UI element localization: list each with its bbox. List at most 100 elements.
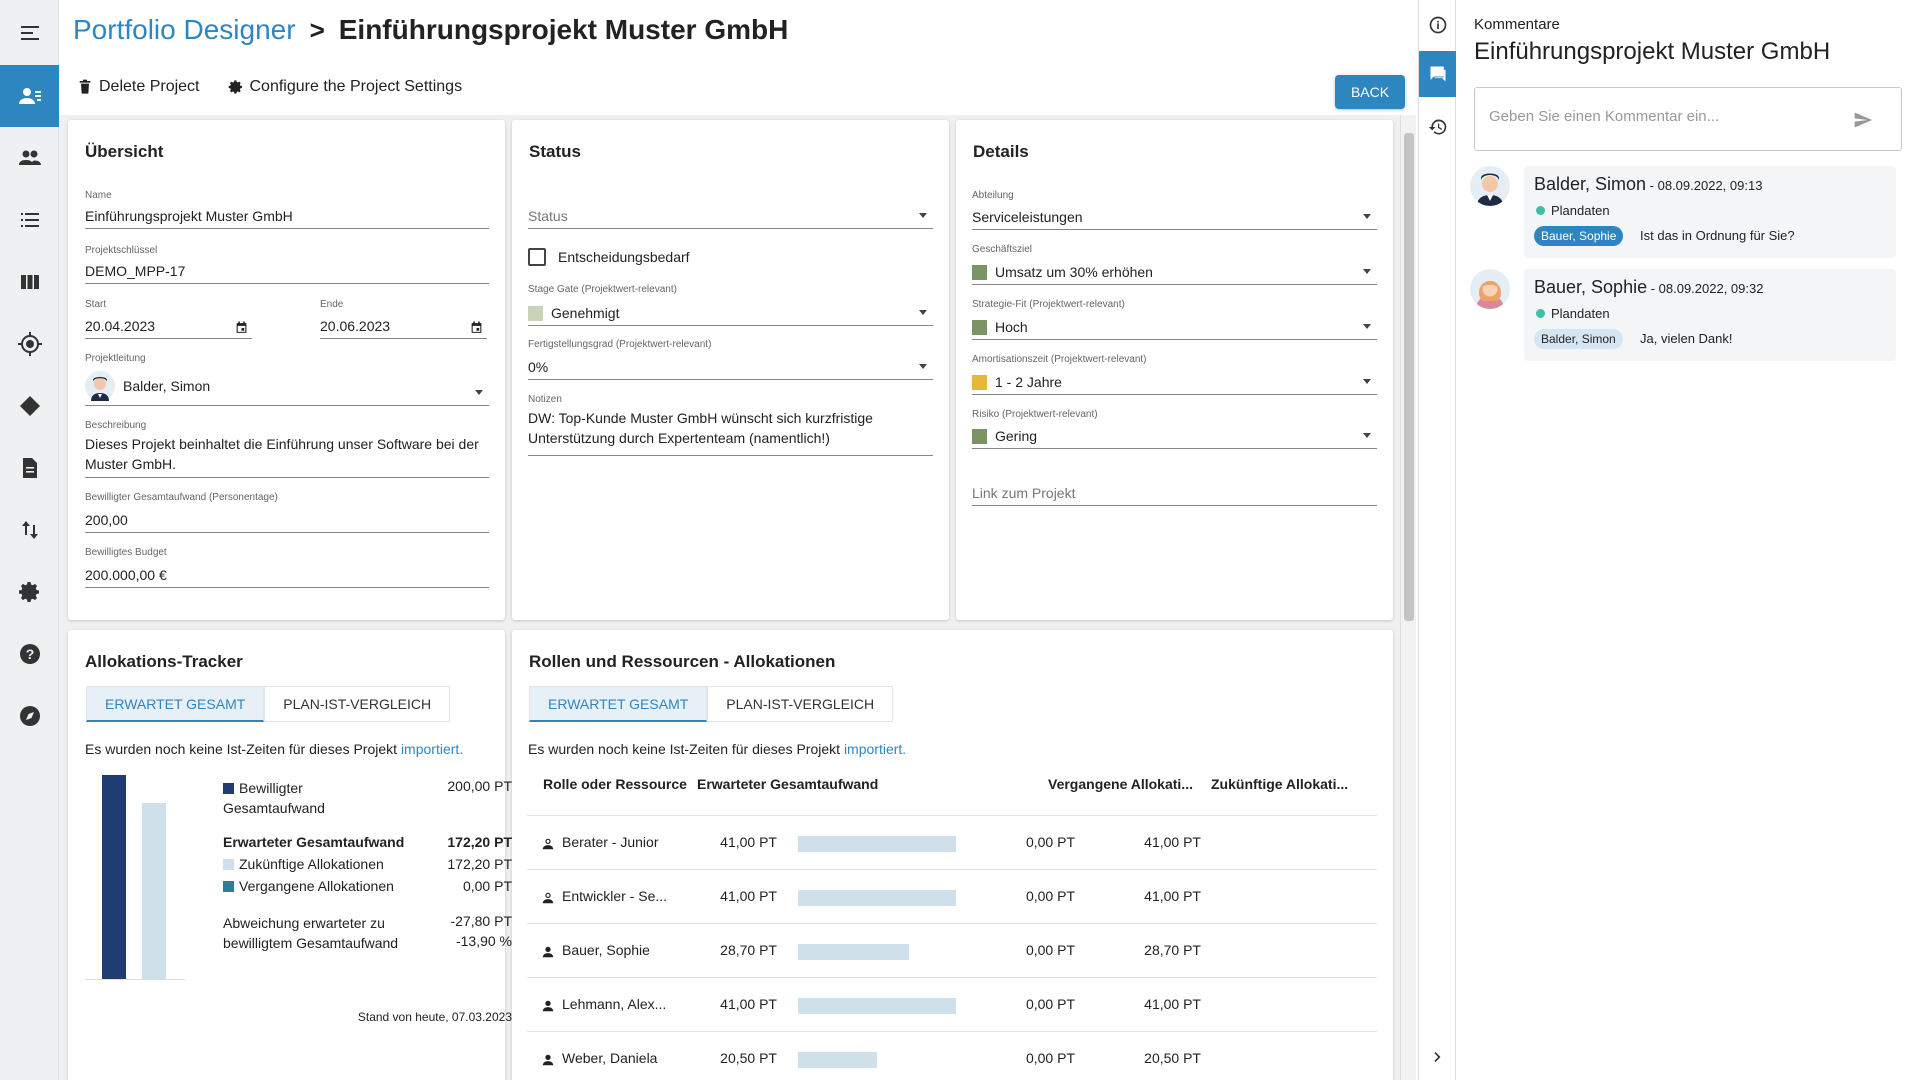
approved-budget-field[interactable]: Bewilligtes Budget 200.000,00 € xyxy=(85,547,489,588)
decision-checkbox[interactable] xyxy=(528,248,546,266)
project-key-field[interactable]: Projektschlüssel DEMO_MPP-17 xyxy=(85,245,489,284)
comment-mention[interactable]: Balder, Simon xyxy=(1534,329,1623,349)
breadcrumb-app-link[interactable]: Portfolio Designer xyxy=(73,14,296,46)
nav-people-icon[interactable] xyxy=(0,127,59,189)
scrollbar-thumb[interactable] xyxy=(1404,133,1414,621)
completion-value: 0% xyxy=(528,359,549,375)
tab-plan-actual[interactable]: PLAN-IST-VERGLEICH xyxy=(707,686,894,722)
nav-document-icon[interactable] xyxy=(0,437,59,499)
approved-budget-value: 200.000,00 € xyxy=(85,567,167,583)
comment-mention[interactable]: Bauer, Sophie xyxy=(1534,226,1624,246)
tag-dot xyxy=(1536,206,1545,215)
details-title: Details xyxy=(973,142,1029,161)
col-role[interactable]: Rolle oder Ressource xyxy=(543,776,687,792)
comment-input-box[interactable] xyxy=(1474,87,1902,151)
status-select[interactable]: Status xyxy=(528,190,933,229)
comments-icon[interactable] xyxy=(1419,51,1457,97)
expected-value: 28,70 PT xyxy=(720,942,777,958)
expected-bar xyxy=(798,1052,877,1068)
nav-board-icon[interactable] xyxy=(0,251,59,313)
delete-project-label: Delete Project xyxy=(99,78,200,95)
tab-plan-actual[interactable]: PLAN-IST-VERGLEICH xyxy=(264,686,451,722)
business-goal-select[interactable]: Geschäftsziel Umsatz um 30% erhöhen xyxy=(972,244,1377,285)
department-value: Serviceleistungen xyxy=(972,209,1083,225)
project-lead-field[interactable]: Projektleitung Balder, Simon xyxy=(85,353,489,406)
end-date-field[interactable]: Ende 20.06.2023 xyxy=(320,299,487,339)
nav-projects-icon[interactable] xyxy=(0,65,59,127)
expected-bar xyxy=(798,890,956,906)
comment-input[interactable] xyxy=(1489,108,1829,125)
nav-help-icon[interactable]: ? xyxy=(0,623,59,685)
project-key-label: Projektschlüssel xyxy=(85,245,158,256)
amortization-row: 1 - 2 Jahre xyxy=(972,374,1062,390)
amortization-select[interactable]: Amortisationszeit (Projektwert-relevant)… xyxy=(972,354,1377,395)
name-field[interactable]: Name Einführungsprojekt Muster GmbH xyxy=(85,190,489,229)
info-icon[interactable] xyxy=(1419,2,1457,48)
roles-import-link[interactable]: importiert. xyxy=(844,741,906,757)
expected-value: 41,00 PT xyxy=(720,834,777,850)
back-button[interactable]: BACK xyxy=(1335,75,1405,109)
table-row[interactable]: Berater - Junior 41,00 PT 0,00 PT 41,00 PT xyxy=(527,816,1377,870)
nav-target-icon[interactable] xyxy=(0,313,59,375)
tab-expected-total[interactable]: ERWARTET GESAMT xyxy=(529,686,708,722)
start-date-field[interactable]: Start 20.04.2023 xyxy=(85,299,252,339)
calendar-icon[interactable] xyxy=(235,321,248,334)
chevron-right-icon[interactable] xyxy=(1419,1034,1457,1080)
comment-tag: Plandaten xyxy=(1536,306,1610,321)
nav-roadmap-icon[interactable] xyxy=(0,375,59,437)
decision-label: Entscheidungsbedarf xyxy=(558,249,690,265)
approved-effort-field[interactable]: Bewilligter Gesamtaufwand (Personentage)… xyxy=(85,492,489,533)
risk-swatch xyxy=(972,428,987,444)
risk-select[interactable]: Risiko (Projektwert-relevant) Gering xyxy=(972,409,1377,449)
col-expected[interactable]: Erwarteter Gesamtaufwand xyxy=(697,776,878,792)
history-icon[interactable] xyxy=(1419,104,1457,150)
left-navigation: ? xyxy=(0,0,59,1080)
expected-value: 41,00 PT xyxy=(720,996,777,1012)
tracker-note: Es wurden noch keine Ist-Zeiten für dies… xyxy=(85,741,463,757)
configure-settings-button[interactable]: Configure the Project Settings xyxy=(228,78,462,96)
description-field[interactable]: Beschreibung Dieses Projekt beinhaltet d… xyxy=(85,420,489,478)
strategy-fit-row: Hoch xyxy=(972,319,1028,335)
nav-settings-icon[interactable] xyxy=(0,561,59,623)
completion-select[interactable]: Fertigstellungsgrad (Projektwert-relevan… xyxy=(528,339,933,380)
comment-tag: Plandaten xyxy=(1536,203,1610,218)
department-select[interactable]: Abteilung Serviceleistungen xyxy=(972,190,1377,230)
comment-bubble: Balder, Simon - 08.09.2022, 09:13 Planda… xyxy=(1524,166,1896,258)
menu-icon[interactable] xyxy=(0,2,59,64)
expected-effort-bar xyxy=(142,803,166,979)
tab-expected-total[interactable]: ERWARTET GESAMT xyxy=(86,686,265,722)
col-past[interactable]: Vergangene Allokati... xyxy=(1048,776,1193,792)
chevron-down-icon xyxy=(1363,214,1371,219)
legend-past-value: 0,00 PT xyxy=(462,878,512,894)
page-title: Einführungsprojekt Muster GmbH xyxy=(338,14,789,45)
main-content: Übersicht Name Einführungsprojekt Muster… xyxy=(59,115,1401,1080)
send-icon[interactable] xyxy=(1853,110,1873,130)
calendar-icon[interactable] xyxy=(470,321,483,334)
stage-gate-select[interactable]: Stage Gate (Projektwert-relevant) Genehm… xyxy=(528,284,933,326)
table-row[interactable]: Weber, Daniela 20,50 PT 0,00 PT 20,50 PT xyxy=(527,1032,1377,1080)
main-scrollbar[interactable] xyxy=(1400,115,1416,1080)
notes-field[interactable]: Notizen DW: Top-Kunde Muster GmbH wünsch… xyxy=(528,394,933,456)
table-row[interactable]: Bauer, Sophie 28,70 PT 0,00 PT 28,70 PT xyxy=(527,924,1377,978)
delete-project-button[interactable]: Delete Project xyxy=(77,78,200,96)
comment-text: Ja, vielen Dank! xyxy=(1640,331,1733,346)
strategy-fit-select[interactable]: Strategie-Fit (Projektwert-relevant) Hoc… xyxy=(972,299,1377,340)
strategy-fit-value: Hoch xyxy=(995,319,1028,335)
past-value: 0,00 PT xyxy=(1025,888,1075,904)
tracker-import-link[interactable]: importiert. xyxy=(401,741,463,757)
project-link-input[interactable]: Link zum Projekt xyxy=(972,470,1377,506)
future-value: 41,00 PT xyxy=(1144,888,1201,904)
nav-compass-icon[interactable] xyxy=(0,685,59,747)
nav-sort-icon[interactable] xyxy=(0,499,59,561)
person-icon xyxy=(542,946,554,958)
project-key-value: DEMO_MPP-17 xyxy=(85,263,186,279)
table-row[interactable]: Entwickler - Se... 41,00 PT 0,00 PT 41,00 P… xyxy=(527,870,1377,924)
nav-list-icon[interactable] xyxy=(0,189,59,251)
table-row[interactable]: Lehmann, Alex... 41,00 PT 0,00 PT 41,00 PT xyxy=(527,978,1377,1032)
legend-approved-swatch xyxy=(223,783,234,794)
legend-approved-value: 200,00 PT xyxy=(447,778,512,794)
expected-effort-label: Erwarteter Gesamtaufwand xyxy=(223,834,405,850)
person-icon xyxy=(542,838,554,850)
col-future[interactable]: Zukünftige Allokati... xyxy=(1211,776,1348,792)
person-icon xyxy=(542,892,554,904)
